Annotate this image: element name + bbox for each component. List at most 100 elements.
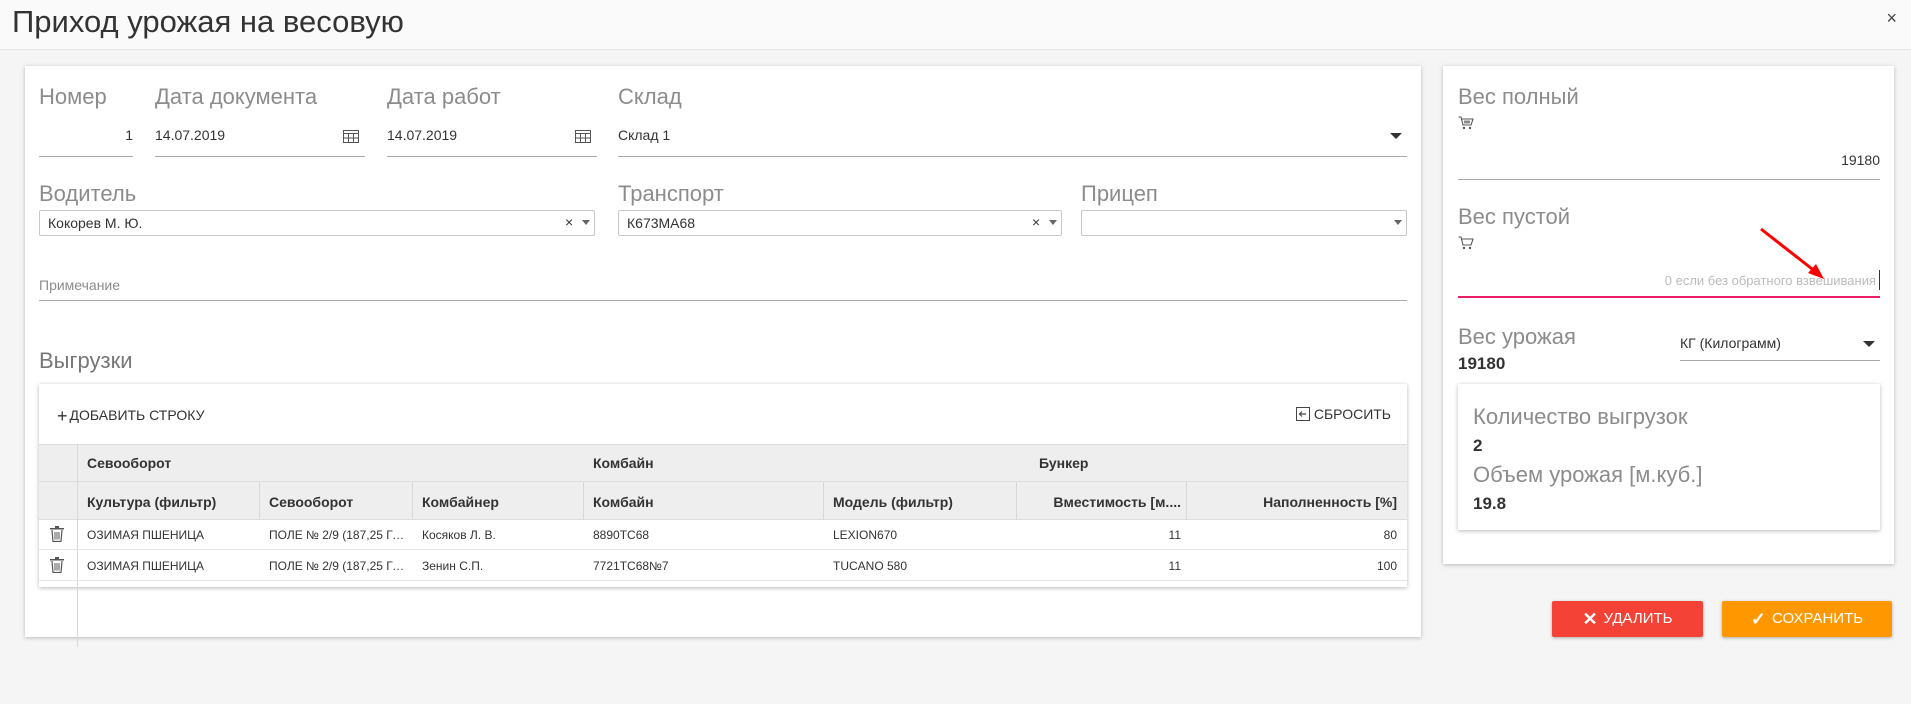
calendar-icon[interactable] bbox=[575, 129, 591, 143]
full-weight-input[interactable]: 19180 bbox=[1458, 146, 1880, 176]
clear-icon[interactable]: × bbox=[1032, 214, 1040, 230]
full-weight-underline bbox=[1458, 179, 1880, 180]
add-row-button[interactable]: + ДОБАВИТЬ СТРОКУ bbox=[57, 406, 204, 427]
cell-combine: 8890ТС68 bbox=[593, 528, 650, 542]
cell-rotation: ПОЛЕ № 2/9 (187,25 Га,... bbox=[269, 528, 409, 542]
close-icon: ✕ bbox=[1582, 608, 1598, 629]
trash-icon[interactable] bbox=[50, 557, 64, 573]
cell-combine: 7721ТС68№7 bbox=[593, 559, 669, 573]
full-weight-value: 19180 bbox=[1841, 152, 1880, 168]
summary-card: Количество выгрузок 2 Объем урожая [м.ку… bbox=[1458, 384, 1880, 530]
volume-value: 19.8 bbox=[1473, 494, 1507, 513]
col-header-culture[interactable]: Культура (фильтр) bbox=[87, 494, 216, 510]
weights-card: Вес полный 19180 Вес пустой 0 если без о… bbox=[1443, 66, 1894, 564]
chevron-down-icon[interactable] bbox=[1049, 220, 1057, 225]
unit-select[interactable]: КГ (Килограмм) bbox=[1680, 330, 1880, 360]
empty-weight-label: Вес пустой bbox=[1458, 204, 1571, 229]
cell-capacity: 11 bbox=[1168, 528, 1181, 542]
doc-date-underline bbox=[155, 156, 365, 157]
note-underline bbox=[39, 300, 1407, 301]
trash-icon[interactable] bbox=[50, 526, 64, 542]
work-date-field[interactable]: 14.07.2019 bbox=[387, 122, 597, 152]
delete-button[interactable]: ✕ УДАЛИТЬ bbox=[1552, 601, 1703, 637]
group-header-rotation: Севооборот bbox=[87, 455, 172, 471]
doc-date-field[interactable]: 14.07.2019 bbox=[155, 122, 365, 152]
delete-label: УДАЛИТЬ bbox=[1603, 609, 1673, 627]
driver-label: Водитель bbox=[39, 181, 137, 206]
table-row[interactable]: ОЗИМАЯ ПШЕНИЦА ПОЛЕ № 2/9 (187,25 Га,...… bbox=[39, 551, 1407, 581]
trailer-combobox[interactable] bbox=[1081, 210, 1407, 236]
chevron-down-icon[interactable] bbox=[1394, 220, 1402, 225]
reset-label: СБРОСИТЬ bbox=[1313, 406, 1391, 422]
work-date-value: 14.07.2019 bbox=[387, 127, 458, 143]
warehouse-select[interactable]: Склад 1 bbox=[618, 122, 1407, 152]
column-divider bbox=[259, 482, 260, 520]
empty-weight-underline bbox=[1458, 296, 1880, 298]
note-field[interactable]: Примечание bbox=[39, 271, 1407, 301]
cell-operator: Косяков Л. В. bbox=[422, 528, 496, 542]
close-icon[interactable]: × bbox=[1886, 8, 1897, 29]
col-header-capacity[interactable]: Вместимость [м.... bbox=[1031, 494, 1181, 510]
cell-fill: 80 bbox=[1383, 528, 1397, 542]
warehouse-label: Склад bbox=[618, 84, 682, 109]
work-date-underline bbox=[387, 156, 597, 157]
trailer-label: Прицеп bbox=[1081, 181, 1158, 206]
cell-model: LEXION670 bbox=[833, 528, 898, 542]
unload-count-label: Количество выгрузок bbox=[1473, 404, 1688, 429]
group-header-bunker: Бункер bbox=[1039, 455, 1089, 471]
main-form-card: Номер 1 Дата документа 14.07.2019 Дата р… bbox=[25, 66, 1421, 647]
chevron-down-icon bbox=[1390, 133, 1402, 139]
transport-combobox[interactable]: К673МА68 × bbox=[618, 210, 1062, 236]
col-header-rotation[interactable]: Севооборот bbox=[269, 494, 353, 510]
warehouse-value: Склад 1 bbox=[618, 127, 671, 143]
column-divider bbox=[412, 482, 413, 520]
group-header-row bbox=[39, 444, 1407, 482]
column-divider bbox=[583, 482, 584, 520]
work-date-label: Дата работ bbox=[387, 84, 501, 109]
group-header-combine: Комбайн bbox=[593, 455, 654, 471]
col-header-combine[interactable]: Комбайн bbox=[593, 494, 654, 510]
doc-date-label: Дата документа bbox=[155, 84, 318, 109]
cell-culture: ОЗИМАЯ ПШЕНИЦА bbox=[87, 559, 205, 573]
col-header-fill[interactable]: Наполненность [%] bbox=[1191, 494, 1397, 510]
col-header-model[interactable]: Модель (фильтр) bbox=[833, 494, 953, 510]
unload-count-value: 2 bbox=[1473, 436, 1483, 455]
unloads-grid: + ДОБАВИТЬ СТРОКУ СБРОСИТЬ Севооборот Ком… bbox=[39, 384, 1407, 647]
reset-button[interactable]: СБРОСИТЬ bbox=[1295, 406, 1391, 422]
col-header-operator[interactable]: Комбайнер bbox=[422, 494, 499, 510]
harvest-weight-value: 19180 bbox=[1458, 354, 1506, 373]
cell-model: TUCANO 580 bbox=[833, 559, 908, 573]
clear-icon[interactable]: × bbox=[565, 214, 573, 230]
page-title: Приход урожая на весовую bbox=[12, 4, 404, 39]
chevron-down-icon[interactable] bbox=[582, 220, 590, 225]
save-label: СОХРАНИТЬ bbox=[1771, 609, 1864, 627]
driver-combobox[interactable]: Кокорев М. Ю. × bbox=[39, 210, 595, 236]
plus-icon: + bbox=[57, 406, 68, 426]
text-cursor bbox=[1879, 270, 1880, 290]
calendar-icon[interactable] bbox=[343, 129, 359, 143]
reset-icon bbox=[1295, 407, 1310, 421]
number-field[interactable]: 1 bbox=[39, 122, 133, 152]
note-placeholder: Примечание bbox=[39, 277, 121, 293]
driver-value: Кокорев М. Ю. bbox=[48, 215, 143, 231]
save-button[interactable]: ✓ СОХРАНИТЬ bbox=[1722, 601, 1892, 637]
table-row[interactable]: ОЗИМАЯ ПШЕНИЦА ПОЛЕ № 2/9 (187,25 Га,...… bbox=[39, 520, 1407, 550]
column-divider bbox=[1186, 482, 1187, 520]
unloads-section-title: Выгрузки bbox=[39, 348, 133, 373]
cell-culture: ОЗИМАЯ ПШЕНИЦА bbox=[87, 528, 205, 542]
number-underline bbox=[39, 156, 133, 157]
full-weight-label: Вес полный bbox=[1458, 84, 1579, 109]
cart-full-icon bbox=[1458, 116, 1474, 130]
column-divider bbox=[1016, 482, 1017, 520]
cell-operator: Зенин С.П. bbox=[422, 559, 484, 573]
unit-value: КГ (Килограмм) bbox=[1680, 335, 1781, 351]
harvest-weight-label: Вес урожая bbox=[1458, 324, 1576, 349]
cell-capacity: 11 bbox=[1168, 559, 1181, 573]
cart-empty-icon bbox=[1458, 236, 1474, 250]
unit-underline bbox=[1680, 360, 1880, 361]
number-label: Номер bbox=[39, 84, 107, 109]
chevron-down-icon bbox=[1863, 341, 1875, 347]
title-bar: Приход урожая на весовую × bbox=[0, 0, 1911, 50]
column-divider bbox=[823, 482, 824, 520]
transport-label: Транспорт bbox=[618, 181, 724, 206]
